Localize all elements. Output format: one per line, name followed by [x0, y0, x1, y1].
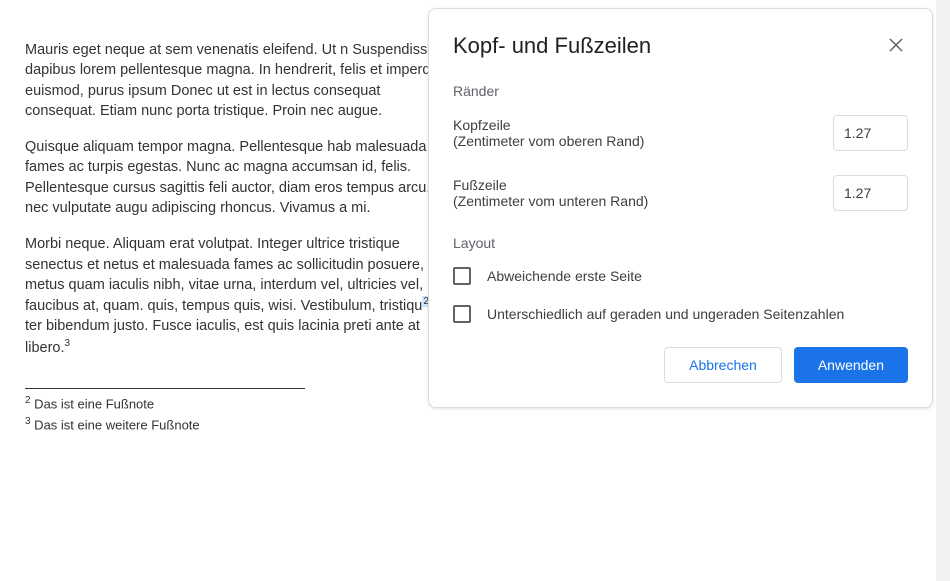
footnote-ref[interactable]: 3	[65, 338, 71, 349]
footer-margin-sublabel: (Zentimeter vom unteren Rand)	[453, 193, 833, 209]
dialog-header: Kopf- und Fußzeilen	[453, 33, 908, 59]
different-odd-even-label: Unterschiedlich auf geraden und ungerade…	[487, 306, 844, 322]
paragraph: Mauris eget neque at sem venenatis eleif…	[25, 40, 455, 121]
header-margin-label: Kopfzeile	[453, 117, 833, 133]
layout-section-label: Layout	[453, 235, 908, 251]
header-margin-sublabel: (Zentimeter vom oberen Rand)	[453, 133, 833, 149]
header-margin-input[interactable]	[833, 115, 908, 151]
margins-section-label: Ränder	[453, 83, 908, 99]
different-first-page-row: Abweichende erste Seite	[453, 267, 908, 285]
document-page: Mauris eget neque at sem venenatis eleif…	[0, 0, 480, 454]
footer-margin-input[interactable]	[833, 175, 908, 211]
scrollbar[interactable]	[936, 0, 950, 581]
different-odd-even-checkbox[interactable]	[453, 305, 471, 323]
dialog-footer: Abbrechen Anwenden	[453, 347, 908, 383]
paragraph: Quisque aliquam tempor magna. Pellentesq…	[25, 137, 455, 218]
header-margin-row: Kopfzeile (Zentimeter vom oberen Rand)	[453, 115, 908, 151]
headers-footers-dialog: Kopf- und Fußzeilen Ränder Kopfzeile (Ze…	[428, 8, 933, 408]
footer-margin-label: Fußzeile	[453, 177, 833, 193]
footer-margin-row: Fußzeile (Zentimeter vom unteren Rand)	[453, 175, 908, 211]
different-odd-even-row: Unterschiedlich auf geraden und ungerade…	[453, 305, 908, 323]
apply-button[interactable]: Anwenden	[794, 347, 908, 383]
different-first-page-label: Abweichende erste Seite	[487, 268, 642, 284]
footnote-separator	[25, 388, 305, 389]
paragraph: Morbi neque. Aliquam erat volutpat. Inte…	[25, 234, 455, 357]
different-first-page-checkbox[interactable]	[453, 267, 471, 285]
footnote: 3 Das ist eine weitere Fußnote	[25, 414, 455, 435]
close-icon[interactable]	[884, 33, 908, 57]
cancel-button[interactable]: Abbrechen	[664, 347, 782, 383]
footnote: 2 Das ist eine Fußnote	[25, 393, 455, 414]
dialog-title: Kopf- und Fußzeilen	[453, 33, 651, 59]
